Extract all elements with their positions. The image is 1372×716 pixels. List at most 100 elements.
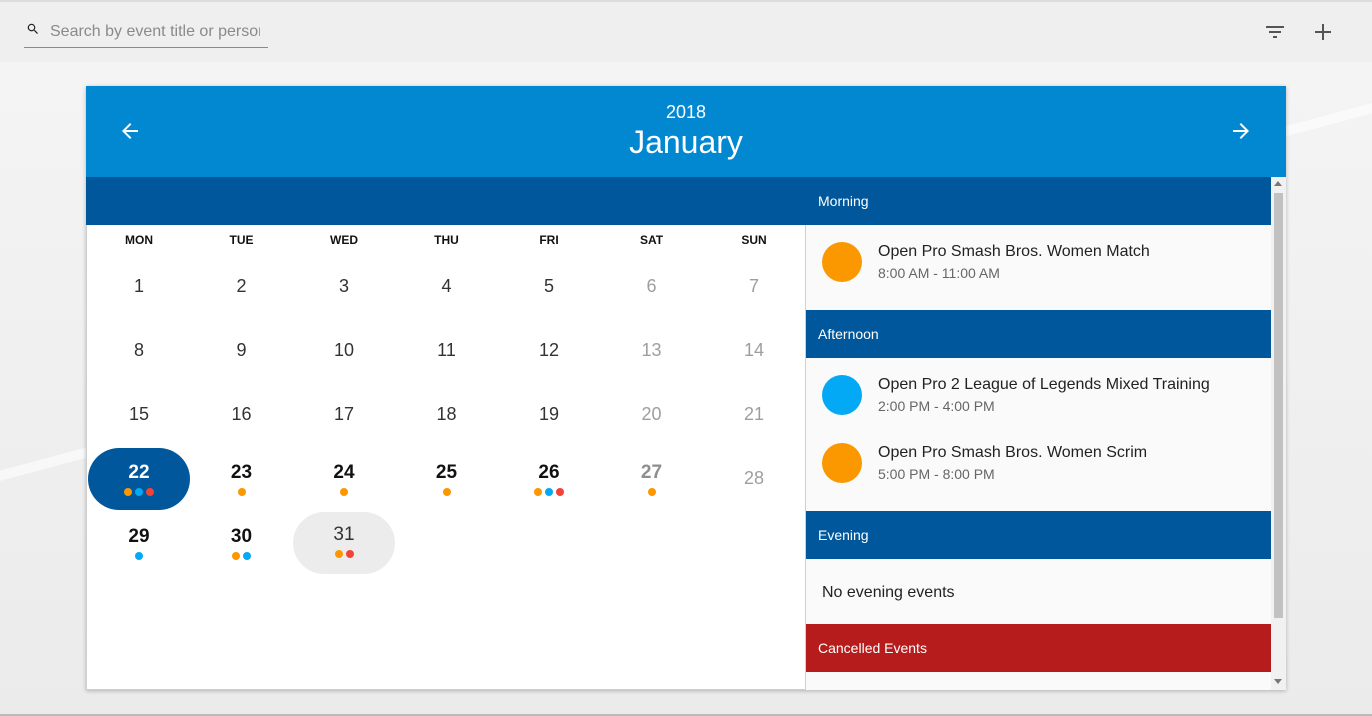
day-cell[interactable]: 5	[498, 256, 600, 318]
event-dot	[556, 488, 564, 496]
day-cell[interactable]: 17	[293, 384, 395, 446]
day-number: 17	[333, 404, 355, 424]
event-item[interactable]: Open Pro Smash Bros. Women Scrim 5:00 PM…	[822, 441, 1262, 489]
day-cell[interactable]: 30	[191, 512, 293, 574]
day-cell[interactable]: 24	[293, 448, 395, 510]
top-toolbar	[0, 0, 1372, 62]
agenda-scrollbar[interactable]	[1271, 177, 1286, 690]
weekday-header: SUN	[741, 233, 767, 247]
day-number: 27	[640, 462, 663, 483]
day-number: 26	[538, 462, 560, 483]
section-morning: Morning	[806, 177, 1271, 225]
day-cell[interactable]: 18	[396, 384, 498, 446]
scrollbar-thumb[interactable]	[1274, 193, 1283, 618]
event-dot	[124, 488, 132, 496]
day-cell[interactable]: 12	[498, 320, 600, 382]
event-color-dot	[822, 375, 862, 415]
day-cell[interactable]: 4	[396, 256, 498, 318]
day-cell[interactable]: 25	[396, 448, 498, 510]
section-cancelled: Cancelled Events	[806, 624, 1271, 672]
day-cell[interactable]: 28	[703, 448, 805, 510]
search-field	[24, 18, 268, 48]
day-cell[interactable]: 2	[191, 256, 293, 318]
day-number: 15	[128, 404, 150, 424]
day-agenda: Morning Open Pro Smash Bros. Women Match…	[806, 177, 1271, 690]
event-dot	[243, 552, 251, 560]
day-cell[interactable]: 22	[88, 448, 190, 510]
arrow-right-icon[interactable]	[1229, 119, 1253, 143]
event-dot	[237, 488, 246, 496]
day-number: 16	[231, 404, 252, 424]
day-cell[interactable]: 29	[88, 512, 190, 574]
day-cell[interactable]: 26	[498, 448, 600, 510]
event-item[interactable]: Open Pro 2 League of Legends Mixed Train…	[822, 373, 1262, 421]
event-dot	[232, 552, 240, 560]
calendar-month: January	[629, 124, 743, 160]
section-evening: Evening	[806, 511, 1271, 559]
day-cell[interactable]: 20	[601, 384, 703, 446]
day-cell[interactable]: 19	[498, 384, 600, 446]
plus-icon[interactable]	[1311, 20, 1335, 44]
event-dot	[647, 488, 656, 496]
event-color-dot	[822, 242, 862, 282]
day-cell[interactable]: 10	[293, 320, 395, 382]
day-number: 29	[128, 526, 150, 547]
day-cell[interactable]: 31	[293, 512, 395, 574]
day-number: 19	[538, 404, 560, 424]
day-cell[interactable]: 11	[396, 320, 498, 382]
day-number: 10	[333, 340, 355, 360]
event-dot	[135, 552, 143, 560]
event-item[interactable]: Open Pro Smash Bros. Women Match 8:00 AM…	[822, 240, 1262, 288]
day-cell[interactable]: 6	[601, 256, 703, 318]
day-cell[interactable]: 16	[191, 384, 293, 446]
event-dot	[146, 488, 154, 496]
search-input[interactable]	[50, 20, 260, 44]
scroll-down-icon[interactable]	[1274, 679, 1282, 684]
day-number: 25	[435, 462, 458, 483]
event-dot	[345, 550, 354, 558]
day-cell[interactable]: 23	[191, 448, 293, 510]
day-number: 22	[128, 462, 150, 483]
event-dots	[498, 488, 600, 496]
event-dots	[293, 550, 395, 558]
event-dots	[88, 488, 190, 496]
day-number: 20	[641, 404, 662, 424]
day-number: 2	[236, 276, 247, 296]
no-events-text: No evening events	[822, 584, 955, 601]
event-title: Open Pro Smash Bros. Women Scrim	[878, 444, 1148, 461]
day-number: 3	[338, 276, 349, 296]
day-number: 14	[743, 340, 765, 360]
event-time: 5:00 PM - 8:00 PM	[878, 466, 995, 482]
event-dots	[396, 488, 498, 496]
weekday-header: SAT	[639, 233, 664, 247]
day-cell[interactable]: 21	[703, 384, 805, 446]
weekday-header: THU	[434, 233, 459, 247]
day-number: 8	[133, 340, 144, 360]
day-number: 18	[436, 404, 457, 424]
day-number: 4	[441, 276, 452, 296]
day-number: 21	[743, 404, 765, 424]
day-cell[interactable]: 1	[88, 256, 190, 318]
month-grid: MON TUE WED THU FRI SAT SUN 1 2 3 4 5 6 7 8 9 10 11 12 13 14…	[86, 225, 806, 690]
day-number: 5	[543, 276, 554, 296]
day-cell[interactable]: 3	[293, 256, 395, 318]
day-cell[interactable]: 15	[88, 384, 190, 446]
scroll-up-icon[interactable]	[1274, 181, 1282, 186]
day-number: 30	[230, 526, 253, 547]
day-number: 7	[748, 276, 759, 296]
event-title: Open Pro 2 League of Legends Mixed Train…	[878, 376, 1210, 393]
day-cell[interactable]: 8	[88, 320, 190, 382]
filter-icon[interactable]	[1263, 20, 1287, 44]
event-dot	[334, 550, 343, 558]
day-cell[interactable]: 7	[703, 256, 805, 318]
event-time: 2:00 PM - 4:00 PM	[878, 398, 995, 414]
day-cell[interactable]: 13	[601, 320, 703, 382]
day-cell[interactable]: 27	[601, 448, 703, 510]
day-cell[interactable]: 9	[191, 320, 293, 382]
day-number: 9	[236, 340, 247, 360]
search-icon	[27, 23, 38, 34]
day-cell[interactable]: 14	[703, 320, 805, 382]
weekday-header: TUE	[229, 233, 254, 247]
calendar-subheader	[86, 177, 806, 225]
event-dot	[534, 488, 542, 496]
